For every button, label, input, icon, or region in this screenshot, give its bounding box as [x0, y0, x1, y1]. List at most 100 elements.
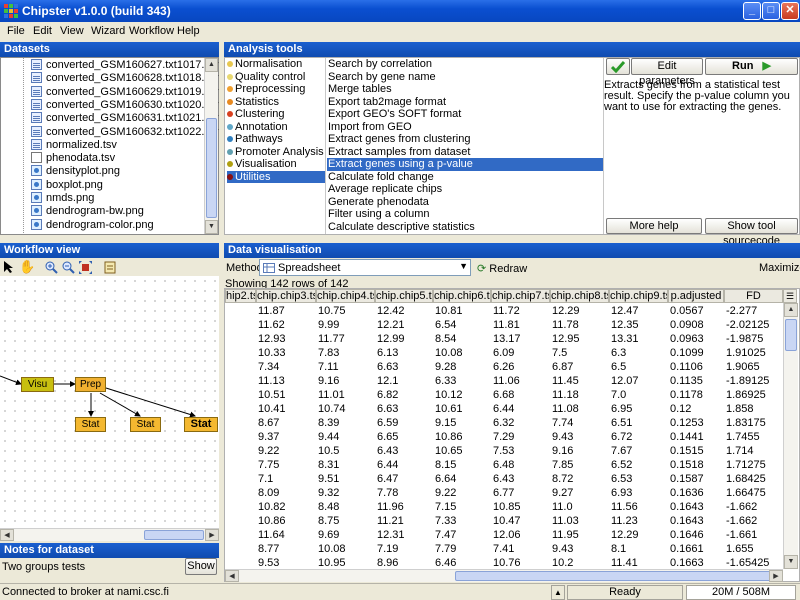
- dataset-item[interactable]: phenodata.tsv: [31, 152, 115, 165]
- category-item[interactable]: Preprocessing: [227, 83, 325, 95]
- tool-item[interactable]: Extract genes using a p-value: [327, 158, 603, 171]
- scroll-up-arrow-icon[interactable]: ▲: [784, 303, 798, 317]
- category-item[interactable]: Annotation: [227, 121, 325, 133]
- fit-to-view-icon[interactable]: [79, 261, 92, 274]
- maximize-button[interactable]: □: [762, 2, 780, 20]
- column-header[interactable]: chip.chip9.tsv: [609, 289, 668, 303]
- tool-item[interactable]: Calculate descriptive statistics: [327, 221, 603, 234]
- memory-usage: 20M / 508M: [686, 585, 796, 600]
- clipboard-icon[interactable]: [104, 260, 116, 274]
- show-tool-sourcecode-button[interactable]: Show tool sourcecode: [705, 218, 798, 247]
- category-color-dot-icon: [227, 111, 233, 117]
- menu-workflow[interactable]: Workflow: [129, 25, 174, 37]
- dataset-item[interactable]: converted_GSM160629.txt1019.tsv: [31, 85, 218, 99]
- category-item[interactable]: Visualisation: [227, 158, 325, 170]
- scroll-thumb[interactable]: [206, 118, 217, 218]
- dataset-item[interactable]: converted_GSM160631.txt1021.tsv: [31, 112, 218, 125]
- dataset-item[interactable]: densityplot.png: [31, 165, 120, 178]
- column-header[interactable]: p.adjusted: [668, 289, 724, 303]
- scroll-thumb[interactable]: [455, 571, 775, 581]
- scroll-right-arrow-icon[interactable]: ▶: [205, 529, 219, 541]
- scroll-left-arrow-icon[interactable]: ◀: [225, 570, 239, 582]
- category-item[interactable]: Utilities: [227, 170, 325, 183]
- close-button[interactable]: ✕: [781, 2, 799, 20]
- zoom-out-icon[interactable]: [62, 261, 75, 274]
- workflow-node-visu[interactable]: Visu: [21, 377, 54, 392]
- scroll-right-arrow-icon[interactable]: ▶: [769, 570, 783, 582]
- dataset-name: converted_GSM160627.txt1017.tsv: [46, 59, 219, 71]
- column-header[interactable]: chip.chip5.tsv: [375, 289, 433, 303]
- menu-view[interactable]: View: [60, 25, 84, 37]
- redraw-button[interactable]: ⟳ Redraw: [477, 262, 527, 275]
- dataset-item[interactable]: converted_GSM160632.txt1022.tsv: [31, 125, 218, 139]
- dataset-item[interactable]: normalized.tsv: [31, 138, 117, 152]
- tool-item[interactable]: Extract genes from clustering: [327, 133, 603, 146]
- tool-item[interactable]: Generate phenodata: [327, 196, 603, 209]
- tool-item[interactable]: Merge tables: [327, 83, 603, 96]
- pointer-icon[interactable]: [3, 260, 15, 274]
- scroll-thumb[interactable]: [785, 319, 797, 351]
- tool-item[interactable]: Search by gene name: [327, 71, 603, 84]
- maximize-visualisation-button[interactable]: Maximize: [759, 262, 800, 274]
- column-header[interactable]: chip.chip7.tsv: [491, 289, 550, 303]
- column-header[interactable]: chip.chip6.tsv: [433, 289, 491, 303]
- dataset-item[interactable]: boxplot.png: [31, 178, 103, 192]
- dataset-item[interactable]: dendrogram-color.png: [31, 218, 154, 232]
- table-horizontal-scrollbar[interactable]: ◀ ▶: [225, 569, 783, 582]
- category-item[interactable]: Pathways: [227, 133, 325, 145]
- table-vertical-scrollbar[interactable]: ▲ ▼: [783, 303, 798, 569]
- workflow-node-stat-selected[interactable]: Stat: [184, 417, 218, 432]
- column-header[interactable]: chip.chip4.tsv: [316, 289, 375, 303]
- column-header[interactable]: FD: [724, 289, 783, 303]
- tool-item[interactable]: Extract samples from dataset: [327, 146, 603, 159]
- tool-item[interactable]: Import from GEO: [327, 121, 603, 134]
- image-file-icon: [31, 205, 42, 217]
- tool-item[interactable]: Filter using a column: [327, 208, 603, 221]
- workflow-node-stat[interactable]: Stat: [75, 417, 106, 432]
- column-chooser-icon[interactable]: ☰: [783, 289, 797, 303]
- dataset-item[interactable]: converted_GSM160628.txt1018.tsv: [31, 72, 218, 85]
- tool-item[interactable]: Average replicate chips: [327, 183, 603, 196]
- show-notes-button[interactable]: Show: [185, 558, 217, 575]
- scroll-thumb[interactable]: [144, 530, 204, 540]
- dataset-item[interactable]: converted_GSM160627.txt1017.tsv: [31, 59, 218, 72]
- workflow-node-stat[interactable]: Stat: [130, 417, 161, 432]
- scroll-left-arrow-icon[interactable]: ◀: [0, 529, 14, 541]
- category-item[interactable]: Normalisation: [227, 58, 325, 70]
- column-header[interactable]: chip.chip3.tsv: [256, 289, 316, 303]
- tool-item[interactable]: Calculate fold change: [327, 171, 603, 184]
- column-header[interactable]: hip2.tsv: [225, 289, 256, 303]
- menu-wizard[interactable]: Wizard: [91, 25, 125, 37]
- minimize-button[interactable]: _: [743, 2, 761, 20]
- category-item[interactable]: Statistics: [227, 96, 325, 108]
- zoom-in-icon[interactable]: [45, 261, 58, 274]
- confirm-check-button[interactable]: [606, 58, 630, 75]
- scroll-down-arrow-icon[interactable]: ▼: [205, 220, 218, 234]
- workflow-node-prep[interactable]: Prep: [75, 377, 106, 392]
- dataset-item[interactable]: nmds.png: [31, 192, 94, 205]
- workflow-horizontal-scrollbar[interactable]: ◀ ▶: [0, 528, 219, 541]
- more-help-button[interactable]: More help: [606, 218, 702, 234]
- category-item[interactable]: Promoter Analysis: [227, 146, 325, 158]
- menu-file[interactable]: File: [7, 25, 25, 37]
- scroll-up-arrow-icon[interactable]: ▲: [205, 58, 218, 72]
- workflow-canvas[interactable]: Visu Prep Stat Stat Stat: [0, 276, 219, 528]
- menu-help[interactable]: Help: [177, 25, 200, 37]
- tool-item[interactable]: Search by correlation: [327, 58, 603, 71]
- column-header[interactable]: chip.chip8.tsv: [550, 289, 609, 303]
- datasets-scrollbar[interactable]: ▲ ▼: [204, 58, 218, 234]
- chevron-down-icon[interactable]: ▼: [459, 261, 468, 271]
- dataset-item[interactable]: converted_GSM160630.txt1020.tsv: [31, 98, 218, 112]
- menu-edit[interactable]: Edit: [33, 25, 52, 37]
- category-item[interactable]: Quality control: [227, 71, 325, 83]
- category-item[interactable]: Clustering: [227, 108, 325, 120]
- dataset-item[interactable]: dendrogram-bw.png: [31, 205, 144, 218]
- tool-item[interactable]: Export tab2mage format: [327, 96, 603, 109]
- run-button[interactable]: Run ▶: [705, 58, 798, 75]
- expand-status-icon[interactable]: ▲: [551, 585, 565, 600]
- scroll-down-arrow-icon[interactable]: ▼: [784, 555, 798, 569]
- hand-pan-icon[interactable]: ✋: [19, 259, 35, 275]
- method-select[interactable]: Spreadsheet ▼: [259, 259, 471, 276]
- tool-item[interactable]: Export GEO's SOFT format: [327, 108, 603, 121]
- edit-parameters-button[interactable]: Edit parameters: [631, 58, 703, 87]
